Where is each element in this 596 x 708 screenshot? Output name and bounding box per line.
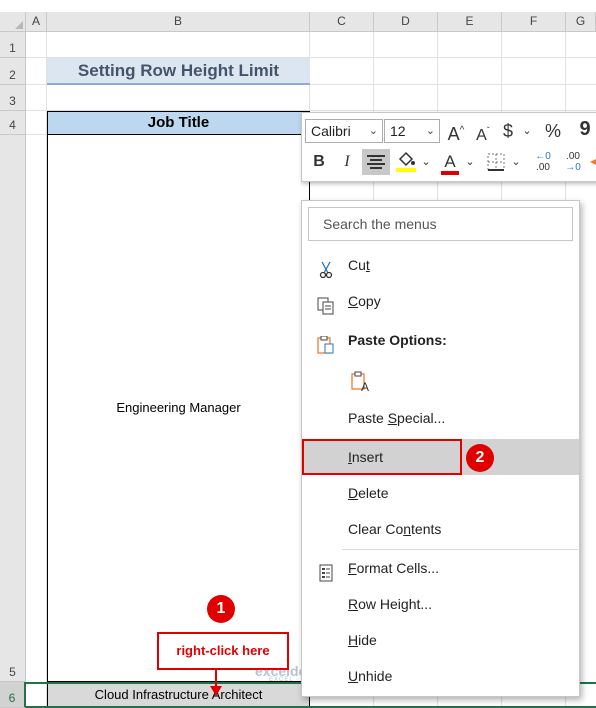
decrease-font-icon: Aˇ xyxy=(476,126,490,145)
menu-item-label: Copy xyxy=(348,293,381,309)
right-click-callout: right-click here xyxy=(157,632,289,670)
chevron-down-icon: ⌄ xyxy=(511,156,521,168)
insert-highlight-box xyxy=(302,439,462,475)
row-header-1[interactable]: 1 xyxy=(0,32,26,58)
increase-decimal-button[interactable]: ←0.00 xyxy=(530,149,556,175)
step-badge-1: 1 xyxy=(207,595,235,623)
chevron-down-icon: ⌄ xyxy=(421,156,431,168)
comma-icon: 9 xyxy=(579,118,591,140)
menu-item-label: Cut xyxy=(348,257,370,273)
column-header-f[interactable]: F xyxy=(502,12,566,32)
paste-text-only-icon: A xyxy=(350,370,370,394)
column-header-e[interactable]: E xyxy=(438,12,502,32)
borders-dropdown[interactable]: ⌄ xyxy=(510,149,522,175)
chevron-down-icon: ⌄ xyxy=(522,125,532,137)
decrease-decimal-icon: .00 →0 xyxy=(565,151,581,173)
format-cells-icon xyxy=(316,559,336,582)
italic-button[interactable]: I xyxy=(336,149,358,175)
format-painter-button[interactable] xyxy=(588,149,596,175)
menu-item-label: Hide xyxy=(348,632,377,648)
cell-b5[interactable]: Engineering Manager xyxy=(47,400,310,415)
percent-style-button[interactable]: % xyxy=(542,118,564,144)
menu-item-hide[interactable]: Hide xyxy=(302,622,579,658)
chevron-down-icon: ⌄ xyxy=(368,125,378,137)
column-header-b[interactable]: B xyxy=(47,12,310,32)
scissors-icon xyxy=(316,256,336,279)
font-size-box[interactable]: 12 ⌄ xyxy=(384,119,440,143)
column-header-g[interactable]: G xyxy=(566,12,596,32)
menu-item-unhide[interactable]: Unhide xyxy=(302,658,579,694)
paste-options-label: Paste Options: xyxy=(348,332,447,348)
column-header-a[interactable]: A xyxy=(26,12,47,32)
menu-item-format-cells[interactable]: Format Cells... xyxy=(302,550,579,586)
accounting-format-dropdown[interactable]: ⌄ xyxy=(520,118,534,144)
fill-color-icon xyxy=(396,151,416,172)
job-title-table xyxy=(47,111,310,682)
percent-icon: % xyxy=(544,121,561,141)
menu-item-delete[interactable]: Delete xyxy=(302,475,579,511)
decrease-font-size-button[interactable]: Aˇ xyxy=(472,118,494,144)
accounting-format-button[interactable]: $ xyxy=(498,118,518,144)
callout-arrow-head xyxy=(210,686,222,696)
increase-decimal-icon: ←0.00 xyxy=(535,151,551,173)
menu-item-label: Clear Contents xyxy=(348,521,442,537)
font-name-value: Calibri xyxy=(311,123,351,139)
menu-item-paste-special[interactable]: Paste Special... xyxy=(302,400,579,436)
font-size-value: 12 xyxy=(390,123,406,139)
clipboard-icon xyxy=(316,331,336,354)
menu-item-clear-contents[interactable]: Clear Contents xyxy=(302,511,579,547)
borders-icon xyxy=(487,153,505,171)
decrease-decimal-button[interactable]: .00 →0 xyxy=(560,149,586,175)
menu-item-paste-options-header: Paste Options: xyxy=(302,322,579,358)
menu-item-label: Format Cells... xyxy=(348,560,440,576)
paste-option-keep-text-only[interactable]: A xyxy=(302,361,579,397)
menu-item-label: Delete xyxy=(348,485,389,501)
dollar-icon: $ xyxy=(502,121,513,141)
row-header-2[interactable]: 2 xyxy=(0,58,26,85)
center-align-icon xyxy=(367,155,385,169)
chevron-down-icon: ⌄ xyxy=(425,125,435,137)
increase-font-size-button[interactable]: A^ xyxy=(444,118,468,144)
font-color-button[interactable]: A xyxy=(438,149,462,175)
font-name-box[interactable]: Calibri ⌄ xyxy=(305,119,383,143)
increase-font-icon: A^ xyxy=(447,124,465,144)
font-color-dropdown[interactable]: ⌄ xyxy=(464,149,476,175)
row-header-5[interactable]: 5 xyxy=(0,135,26,682)
chevron-down-icon: ⌄ xyxy=(465,156,475,168)
bold-icon: B xyxy=(313,153,325,170)
menu-item-copy[interactable]: Copy xyxy=(302,283,579,319)
cell-b6[interactable]: Cloud Infrastructure Architect xyxy=(47,684,310,706)
format-painter-icon xyxy=(590,159,596,165)
menu-item-label: Row Height... xyxy=(348,596,433,612)
menu-item-label: Unhide xyxy=(348,668,393,684)
search-menus-input[interactable]: Search the menus xyxy=(308,207,573,241)
column-header-c[interactable]: C xyxy=(310,12,374,32)
sheet-title[interactable]: Setting Row Height Limit xyxy=(47,58,310,85)
copy-icon xyxy=(316,292,336,315)
row-header-6[interactable]: 6 xyxy=(0,682,26,708)
font-color-icon: A xyxy=(441,153,459,175)
svg-text:A: A xyxy=(361,380,369,393)
select-all-corner[interactable] xyxy=(0,12,26,32)
fill-color-dropdown[interactable]: ⌄ xyxy=(420,149,432,175)
step-badge-2: 2 xyxy=(466,444,494,472)
bold-button[interactable]: B xyxy=(308,149,330,175)
table-header-job-title[interactable]: Job Title xyxy=(47,111,310,135)
mini-toolbar: Calibri ⌄ 12 ⌄ A^ Aˇ $ ⌄ % 9 B I ⌄ A ⌄ ⌄ ←… xyxy=(301,112,596,182)
center-align-button[interactable] xyxy=(362,149,390,175)
borders-button[interactable] xyxy=(484,149,508,175)
row-header-3[interactable]: 3 xyxy=(0,85,26,111)
italic-icon: I xyxy=(344,153,350,170)
menu-item-label: Paste Special... xyxy=(348,410,446,426)
menu-item-row-height[interactable]: Row Height... xyxy=(302,586,579,622)
comma-style-button[interactable]: 9 xyxy=(576,116,594,142)
row-header-4[interactable]: 4 xyxy=(0,111,26,135)
menu-item-cut[interactable]: Cut xyxy=(302,247,579,283)
column-header-d[interactable]: D xyxy=(374,12,438,32)
fill-color-button[interactable] xyxy=(394,149,418,175)
